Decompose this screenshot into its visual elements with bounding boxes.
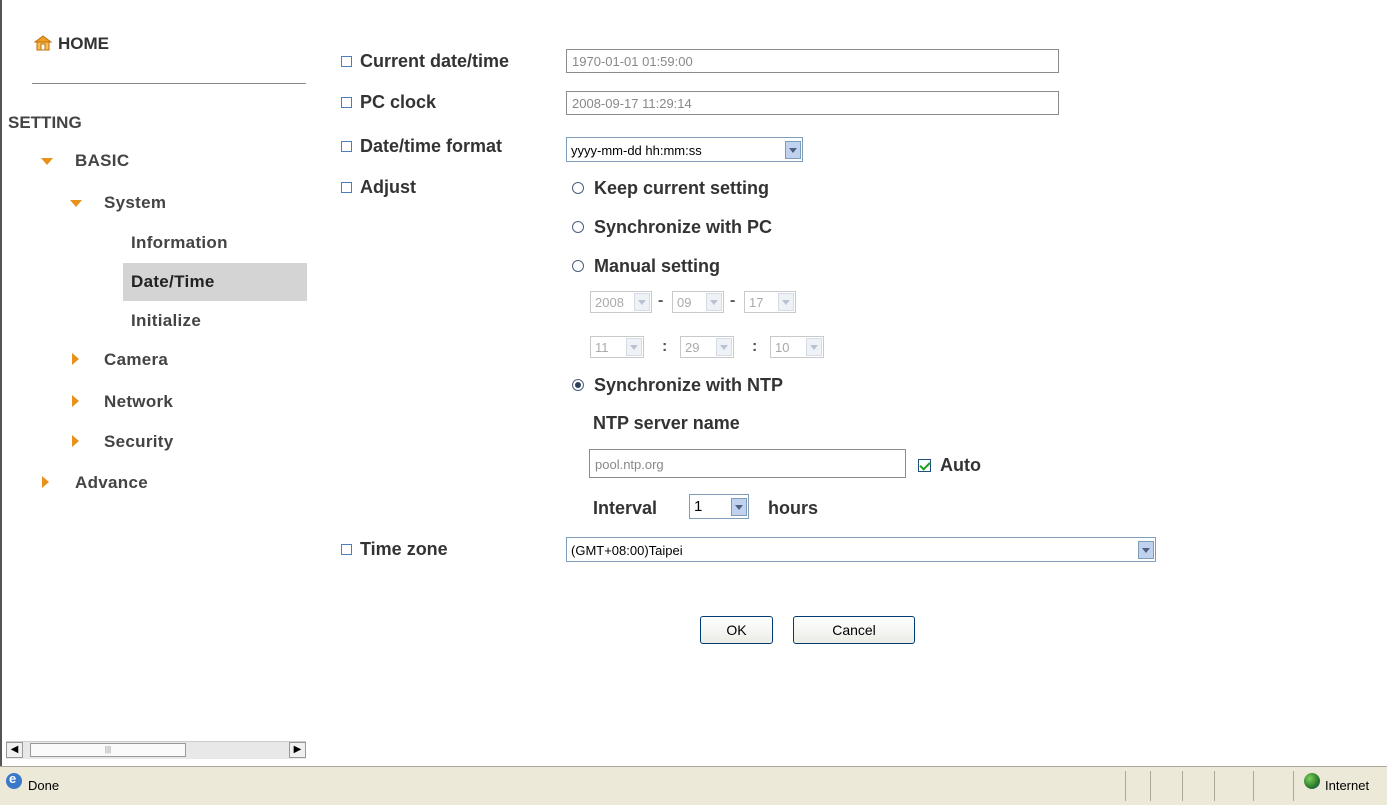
scroll-left-button[interactable]: ◀ (6, 742, 23, 758)
manual-year-select[interactable]: 2008 (590, 291, 652, 313)
status-divider (1253, 771, 1254, 801)
datetime-format-label: Date/time format (341, 136, 502, 157)
manual-minute-select[interactable]: 29 (680, 336, 734, 358)
pc-clock-label: PC clock (341, 92, 436, 113)
globe-icon (1304, 773, 1320, 789)
divider (32, 83, 306, 84)
ok-button[interactable]: OK (700, 616, 773, 644)
bullet-icon (341, 544, 352, 555)
expand-icon (70, 200, 82, 207)
time-separator: : (752, 338, 758, 355)
date-separator: - (730, 292, 736, 309)
manual-day-select[interactable]: 17 (744, 291, 796, 313)
manual-second-select[interactable]: 10 (770, 336, 824, 358)
bullet-icon (341, 141, 352, 152)
sidebar-item-information[interactable]: Information (131, 233, 228, 253)
sidebar-item-camera[interactable]: Camera (72, 350, 169, 370)
manual-hour-select[interactable]: 11 (590, 336, 644, 358)
setting-heading: SETTING (8, 113, 82, 132)
chevron-down-icon[interactable] (706, 293, 722, 311)
radio-sync-ntp[interactable] (572, 379, 584, 391)
sidebar-item-label: Network (104, 392, 174, 411)
auto-checkbox-row[interactable]: Auto (918, 455, 981, 476)
datetime-format-select[interactable]: yyyy-mm-dd hh:mm:ss (566, 137, 803, 162)
status-divider (1214, 771, 1215, 801)
radio-sync-pc[interactable] (572, 221, 584, 233)
sidebar-item-system[interactable]: System (70, 193, 167, 213)
option-manual[interactable]: Manual setting (572, 256, 720, 277)
option-keep-current[interactable]: Keep current setting (572, 178, 769, 199)
status-bar: Done Internet (0, 766, 1387, 805)
status-divider (1125, 771, 1126, 801)
date-separator: - (658, 292, 664, 309)
bullet-icon (341, 182, 352, 193)
sidebar-item-label: Camera (104, 350, 169, 369)
sidebar-item-basic[interactable]: BASIC (41, 151, 130, 171)
home-label: HOME (58, 34, 109, 53)
chevron-down-icon[interactable] (626, 338, 642, 356)
status-divider (1182, 771, 1183, 801)
scroll-right-button[interactable]: ▶ (289, 742, 306, 758)
home-link[interactable]: HOME (33, 34, 109, 54)
bullet-icon (341, 56, 352, 67)
status-text: Done (28, 778, 60, 793)
browser-page-icon (6, 771, 22, 789)
datetime-format-value: yyyy-mm-dd hh:mm:ss (571, 143, 702, 158)
sidebar-horizontal-scrollbar[interactable]: ◀ ||| ▶ (6, 741, 306, 759)
cancel-button[interactable]: Cancel (793, 616, 915, 644)
status-divider (1293, 771, 1294, 801)
chevron-down-icon[interactable] (1138, 541, 1154, 559)
sidebar-item-label: Security (104, 432, 174, 451)
collapse-icon (72, 395, 79, 407)
expand-icon (41, 158, 53, 165)
option-sync-ntp[interactable]: Synchronize with NTP (572, 375, 783, 396)
interval-select[interactable]: 1 (689, 494, 749, 519)
radio-manual[interactable] (572, 260, 584, 272)
collapse-icon (42, 476, 49, 488)
chevron-down-icon[interactable] (778, 293, 794, 311)
pc-clock-field: 2008-09-17 11:29:14 (566, 91, 1059, 115)
option-sync-pc[interactable]: Synchronize with PC (572, 217, 772, 238)
scroll-thumb[interactable]: ||| (30, 743, 186, 757)
auto-checkbox[interactable] (918, 459, 931, 472)
chevron-down-icon[interactable] (716, 338, 732, 356)
sidebar-item-label: BASIC (75, 151, 130, 170)
current-datetime-field: 1970-01-01 01:59:00 (566, 49, 1059, 73)
zone-text: Internet (1325, 778, 1370, 793)
sidebar-item-security[interactable]: Security (72, 432, 174, 452)
radio-keep-current[interactable] (572, 182, 584, 194)
adjust-label: Adjust (341, 177, 416, 198)
sidebar-item-label: System (104, 193, 167, 212)
interval-label: Interval (593, 498, 658, 518)
chevron-down-icon[interactable] (785, 141, 801, 159)
bullet-icon (341, 97, 352, 108)
ntp-server-label: NTP server name (593, 413, 740, 433)
collapse-icon (72, 435, 79, 447)
sidebar-item-network[interactable]: Network (72, 392, 174, 412)
sidebar-item-initialize[interactable]: Initialize (131, 311, 201, 331)
current-datetime-label: Current date/time (341, 51, 509, 72)
sidebar-item-advance[interactable]: Advance (42, 473, 148, 493)
chevron-down-icon[interactable] (806, 338, 822, 356)
collapse-icon (72, 353, 79, 365)
home-icon (33, 35, 53, 51)
interval-unit: hours (768, 498, 819, 518)
ntp-server-input[interactable]: pool.ntp.org (589, 449, 906, 478)
sidebar-item-label: Advance (75, 473, 148, 492)
time-separator: : (662, 338, 668, 355)
sidebar: HOME SETTING BASIC System Information Da… (0, 0, 307, 766)
timezone-select[interactable]: (GMT+08:00)Taipei (566, 537, 1156, 562)
chevron-down-icon[interactable] (634, 293, 650, 311)
sidebar-item-datetime[interactable]: Date/Time (131, 272, 215, 292)
manual-month-select[interactable]: 09 (672, 291, 724, 313)
timezone-label: Time zone (341, 539, 448, 560)
status-divider (1150, 771, 1151, 801)
chevron-down-icon[interactable] (731, 498, 747, 516)
